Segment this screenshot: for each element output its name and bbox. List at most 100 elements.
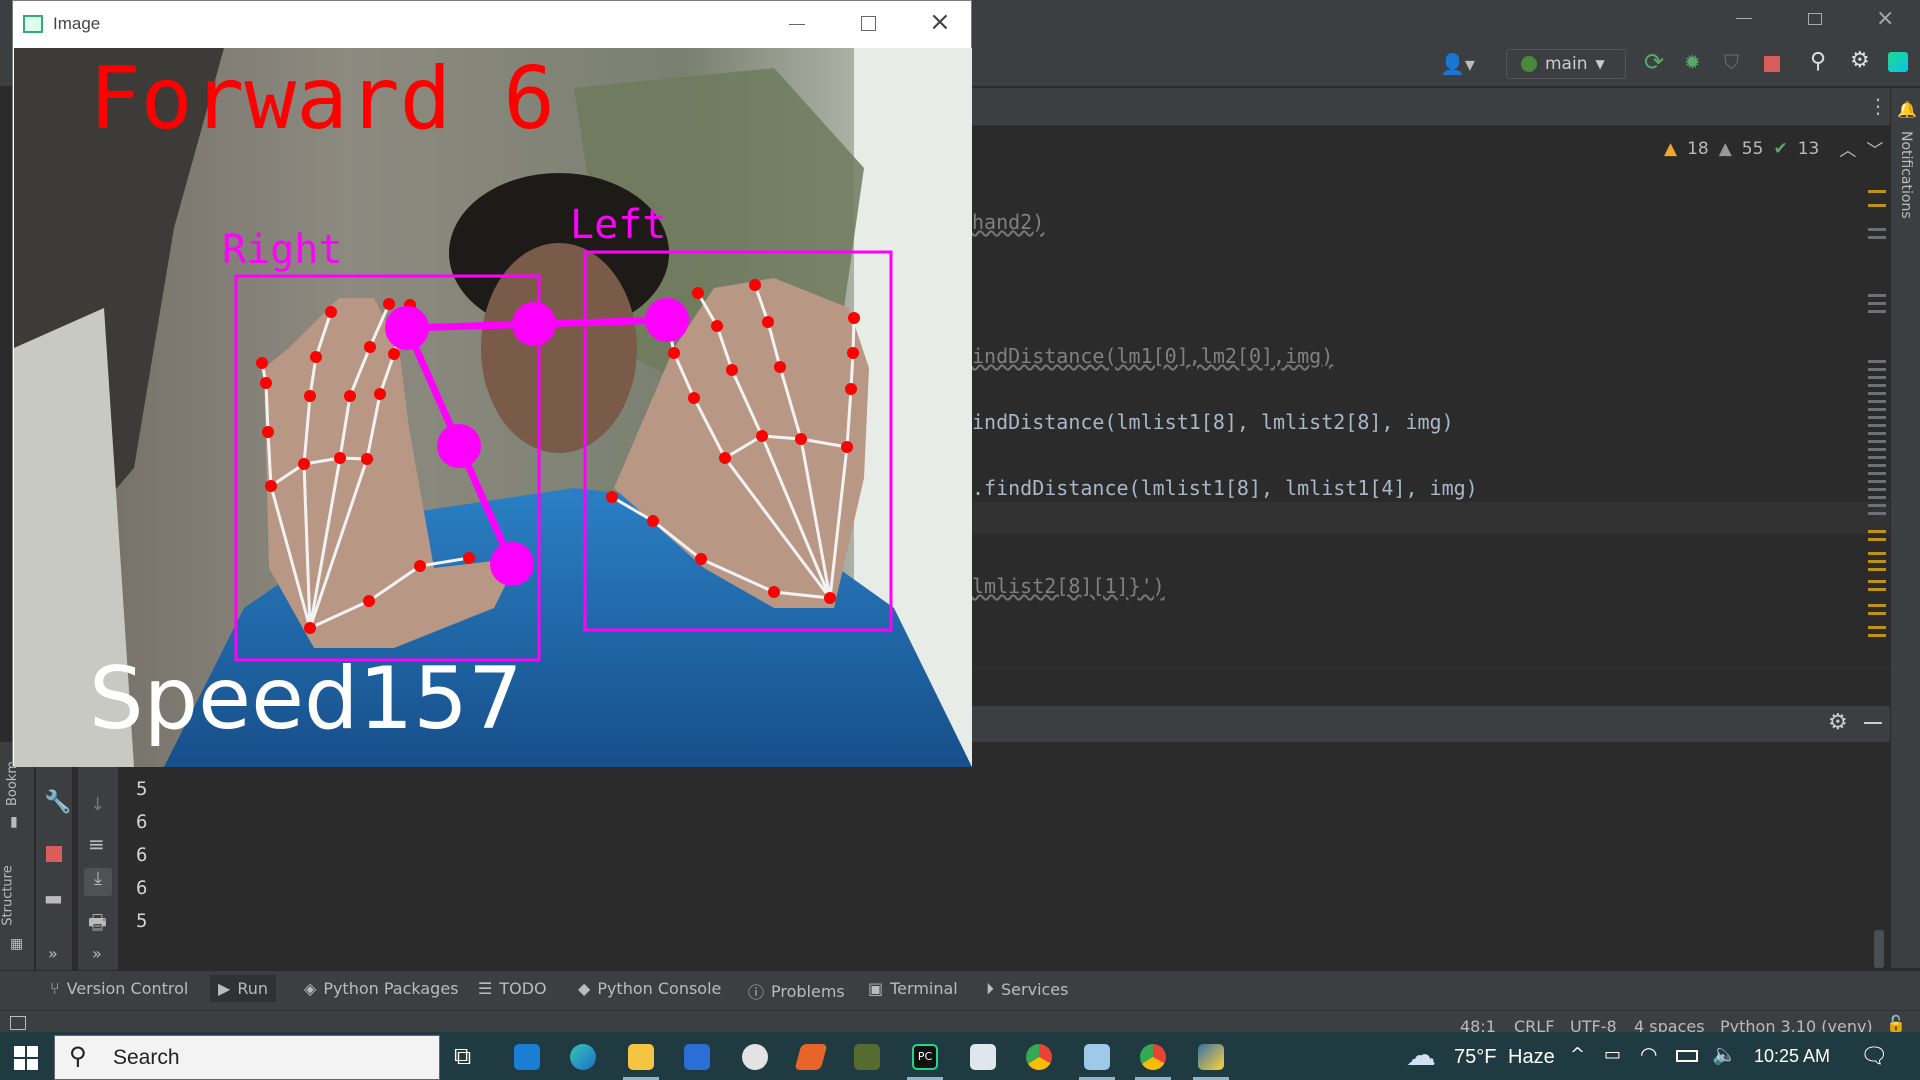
mail-icon[interactable] — [514, 1044, 540, 1070]
tab-version-control[interactable]: ⑂ Version Control — [50, 979, 188, 998]
scroll-to-end-icon[interactable]: ⤓ — [84, 868, 112, 896]
weak-mark[interactable] — [1868, 310, 1886, 313]
paint-icon[interactable] — [742, 1044, 768, 1070]
chevron-down-icon[interactable]: ﹀ — [1866, 136, 1883, 161]
close-icon[interactable]: × — [1876, 6, 1894, 31]
restore-icon[interactable] — [1808, 13, 1822, 25]
weather-icon[interactable]: ☁ — [1406, 1038, 1436, 1073]
warning-mark[interactable] — [1868, 568, 1886, 571]
arrow-down-icon[interactable]: ↓ — [90, 794, 105, 815]
tab-services[interactable]: ⏵ Services — [986, 979, 1068, 999]
battery-icon[interactable] — [1676, 1050, 1698, 1062]
tab-terminal[interactable]: ▣ Terminal — [868, 979, 958, 998]
start-button[interactable] — [14, 1046, 38, 1070]
more-icon[interactable]: » — [48, 944, 58, 963]
pycharm-icon[interactable]: PC — [912, 1044, 938, 1070]
notifications-tab[interactable]: Notifications — [1898, 131, 1914, 221]
bell-icon[interactable]: 🔔 — [1897, 100, 1917, 119]
scrollbar-thumb[interactable] — [1874, 930, 1884, 968]
weak-mark[interactable] — [1868, 512, 1886, 515]
user-icon[interactable]: 👤▾ — [1440, 52, 1475, 76]
app-icon[interactable] — [854, 1044, 880, 1070]
warning-mark[interactable] — [1868, 560, 1886, 563]
weak-mark[interactable] — [1868, 424, 1886, 427]
warning-mark[interactable] — [1868, 588, 1886, 591]
tab-todo[interactable]: ☰ TODO — [478, 979, 547, 998]
gear-icon[interactable]: ⚙ — [1828, 710, 1848, 735]
tab-run[interactable]: ▶ Run — [210, 975, 276, 1002]
weak-mark[interactable] — [1868, 368, 1886, 371]
warning-mark[interactable] — [1868, 612, 1886, 615]
debug-icon[interactable]: ✹ — [1684, 50, 1701, 74]
weak-mark[interactable] — [1868, 384, 1886, 387]
weak-mark[interactable] — [1868, 432, 1886, 435]
plugin-icon[interactable] — [1888, 52, 1908, 72]
weak-mark[interactable] — [1868, 236, 1886, 239]
weak-mark[interactable] — [1868, 416, 1886, 419]
task-view-icon[interactable]: ⧉ — [454, 1042, 471, 1070]
weak-mark[interactable] — [1868, 302, 1886, 305]
run-output-panel[interactable] — [0, 742, 1890, 970]
gear-icon[interactable]: ⚙ — [1850, 48, 1870, 73]
inspection-widget[interactable]: ▲ 18 ▲ 55 ✔ 13 ︿ ﹀ — [1664, 136, 1883, 162]
weak-mark[interactable] — [1868, 504, 1886, 507]
minimize-icon[interactable] — [1736, 18, 1752, 19]
notification-center-icon[interactable]: 🗨 — [1860, 1044, 1888, 1069]
python-icon[interactable] — [1198, 1044, 1224, 1070]
weak-mark[interactable] — [1868, 464, 1886, 467]
store-icon[interactable] — [684, 1044, 710, 1070]
meet-icon[interactable]: ▭ — [1604, 1044, 1621, 1065]
structure-tab[interactable]: Structure — [1, 865, 16, 925]
warning-mark[interactable] — [1868, 626, 1886, 629]
tab-python-packages[interactable]: ◈ Python Packages — [304, 979, 459, 998]
bookmarks-tab[interactable]: Bookm — [5, 761, 20, 806]
warning-mark[interactable] — [1868, 204, 1886, 207]
chevron-up-icon[interactable]: ︿ — [1839, 136, 1856, 161]
weather-temp[interactable]: 75°F — [1454, 1046, 1496, 1069]
weak-mark[interactable] — [1868, 228, 1886, 231]
weak-mark[interactable] — [1868, 360, 1886, 363]
wifi-icon[interactable]: ◠ — [1640, 1042, 1657, 1066]
weak-mark[interactable] — [1868, 392, 1886, 395]
tab-python-console[interactable]: ◆ Python Console — [578, 979, 721, 998]
weather-desc[interactable]: Haze — [1508, 1046, 1555, 1069]
stop-icon[interactable] — [46, 846, 62, 862]
maximize-icon[interactable] — [861, 16, 876, 31]
soft-wrap-icon[interactable]: ≡ — [88, 832, 105, 856]
weak-mark[interactable] — [1868, 400, 1886, 403]
branch-selector[interactable]: main ▼ — [1506, 49, 1626, 79]
weak-mark[interactable] — [1868, 472, 1886, 475]
panel-toggle-icon[interactable] — [10, 1016, 26, 1030]
chevron-up-icon[interactable]: ^ — [1570, 1044, 1585, 1065]
clock[interactable]: 10:25 AM — [1754, 1046, 1830, 1067]
warning-mark[interactable] — [1868, 604, 1886, 607]
taskbar-search[interactable]: ⚲ Search — [54, 1035, 440, 1080]
more-icon[interactable]: » — [92, 944, 102, 963]
search-icon[interactable]: ⚲ — [1810, 49, 1826, 74]
volume-icon[interactable]: 🔈 — [1712, 1042, 1737, 1066]
file-explorer-icon[interactable] — [628, 1044, 654, 1070]
warning-mark[interactable] — [1868, 190, 1886, 193]
warning-mark[interactable] — [1868, 634, 1886, 637]
rerun-icon[interactable]: ⟳ — [1644, 48, 1664, 76]
chrome-icon[interactable] — [1026, 1044, 1052, 1070]
warning-mark[interactable] — [1868, 552, 1886, 555]
weak-mark[interactable] — [1868, 480, 1886, 483]
print-icon[interactable]: 🖶 — [88, 908, 107, 942]
weak-mark[interactable] — [1868, 376, 1886, 379]
notes-icon[interactable] — [1084, 1044, 1110, 1070]
tab-problems[interactable]: ⓘ Problems — [748, 979, 845, 1003]
notepad-icon[interactable] — [970, 1044, 996, 1070]
more-icon[interactable]: ⋮ — [1868, 94, 1888, 118]
weak-mark[interactable] — [1868, 440, 1886, 443]
warning-mark[interactable] — [1868, 580, 1886, 583]
hide-icon[interactable] — [1864, 722, 1882, 724]
weak-mark[interactable] — [1868, 496, 1886, 499]
weak-mark[interactable] — [1868, 448, 1886, 451]
stop-icon[interactable] — [1764, 56, 1780, 72]
edge-icon[interactable] — [570, 1044, 596, 1070]
lock-icon[interactable]: 🔓 — [1886, 1014, 1906, 1033]
image-window-titlebar[interactable]: Image × — [13, 1, 971, 47]
weak-mark[interactable] — [1868, 294, 1886, 297]
minimize-icon[interactable] — [789, 24, 805, 25]
